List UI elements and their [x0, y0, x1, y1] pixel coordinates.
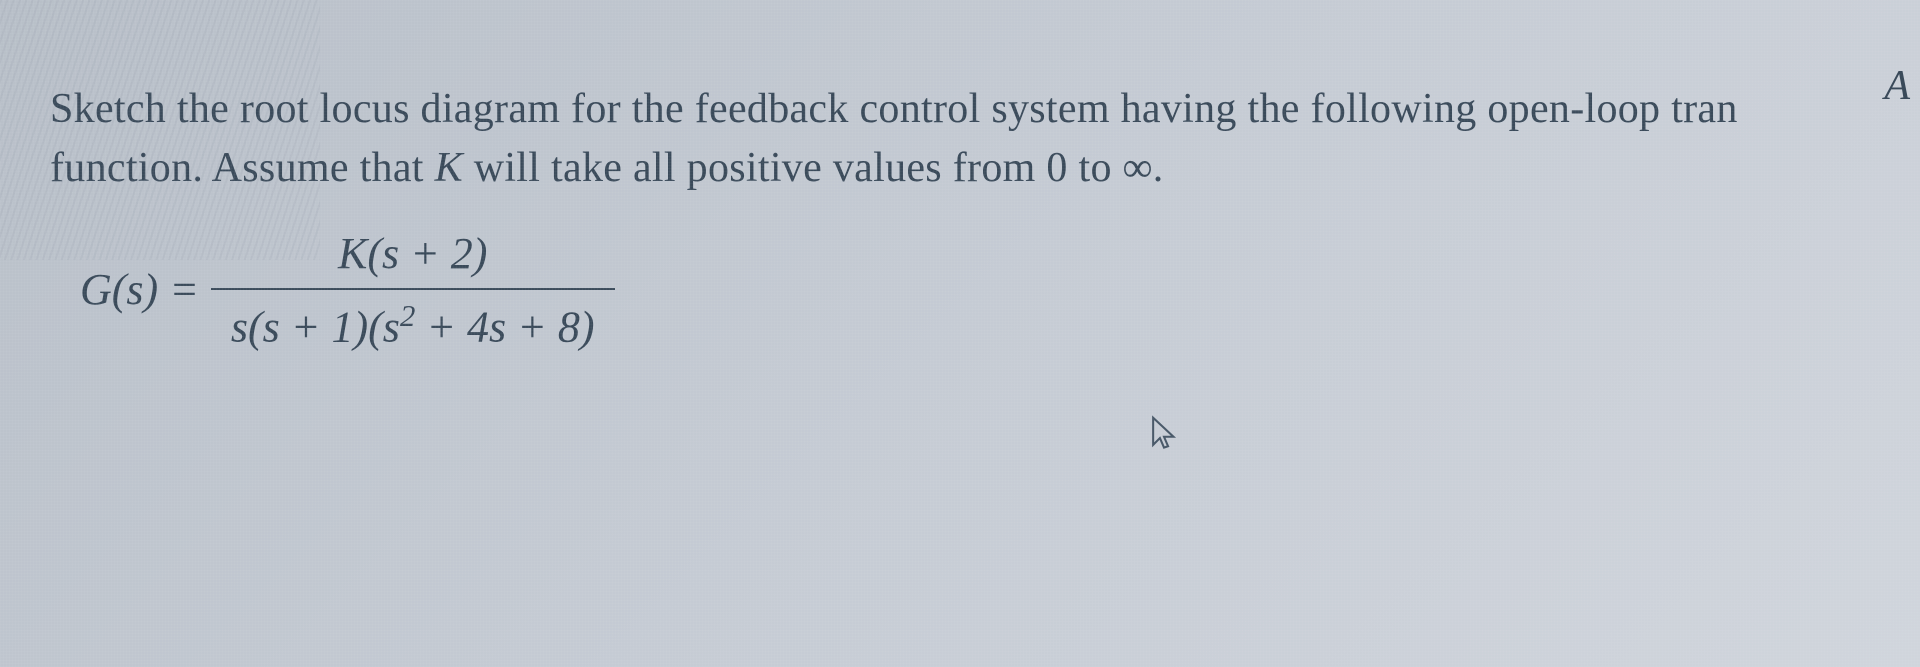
problem-statement: Sketch the root locus diagram for the fe…	[50, 80, 1870, 198]
transfer-function-equation: G(s) = K(s + 2) s(s + 1)(s2 + 4s + 8)	[80, 228, 1870, 353]
denominator-exponent: 2	[400, 299, 415, 333]
denominator-part1: s(s + 1)(s	[231, 302, 400, 351]
equation-lhs: G(s) =	[80, 264, 199, 315]
problem-line2-part2: will take all positive values from 0 to …	[463, 145, 1164, 191]
problem-line1: Sketch the root locus diagram for the fe…	[50, 86, 1738, 132]
fraction-line	[211, 288, 615, 290]
top-right-letter: A	[1884, 62, 1910, 110]
equation-fraction: K(s + 2) s(s + 1)(s2 + 4s + 8)	[211, 228, 615, 353]
problem-content: Sketch the root locus diagram for the fe…	[0, 0, 1920, 402]
mouse-cursor-icon	[1150, 415, 1178, 453]
problem-line2-part1: function. Assume that	[50, 145, 435, 191]
equation-numerator: K(s + 2)	[318, 228, 507, 284]
equation-denominator: s(s + 1)(s2 + 4s + 8)	[211, 294, 615, 353]
denominator-part2: + 4s + 8)	[415, 302, 594, 351]
problem-variable-K: K	[435, 145, 463, 191]
